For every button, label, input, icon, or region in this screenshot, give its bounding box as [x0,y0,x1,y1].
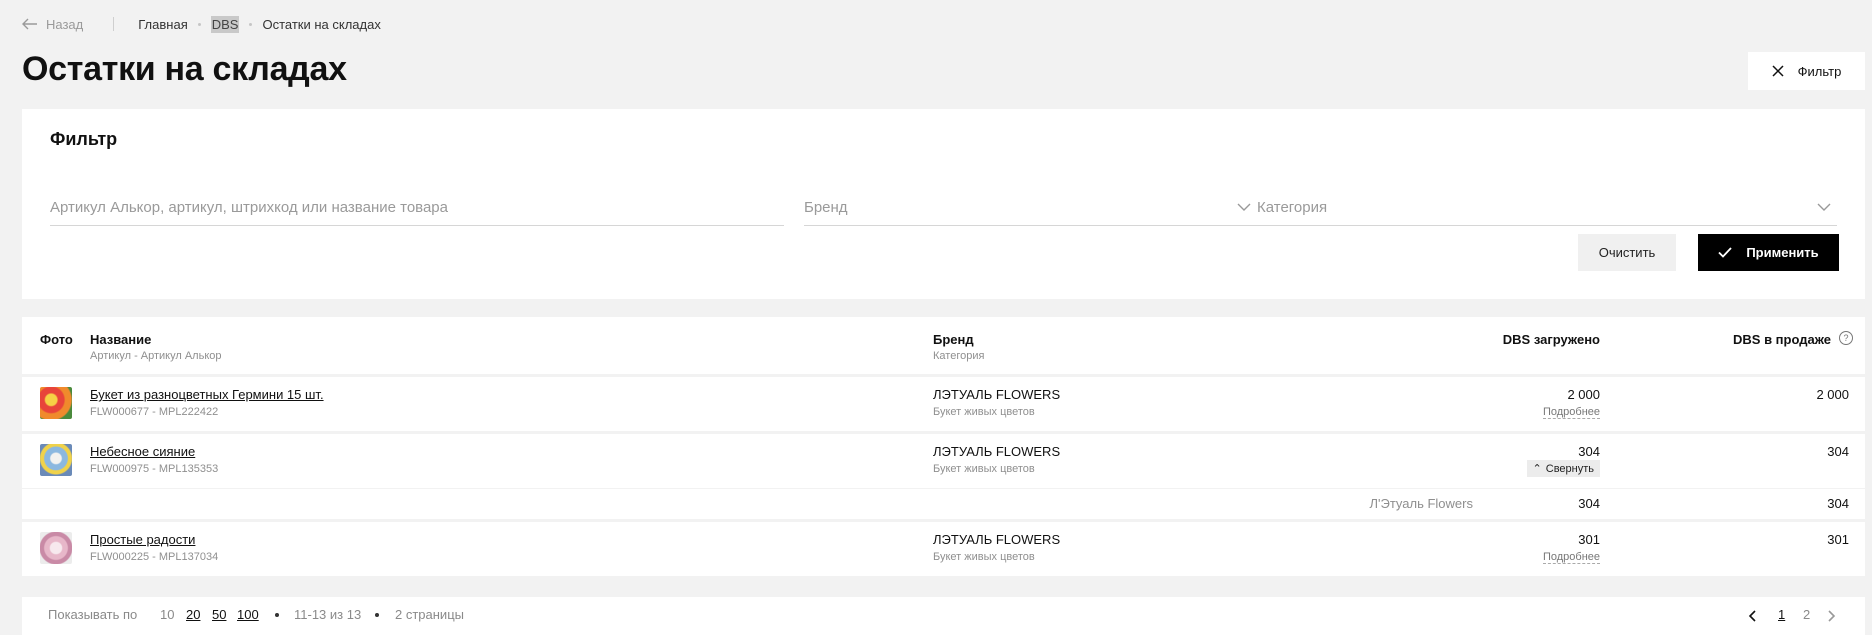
product-photo[interactable] [40,532,72,564]
warehouse-on-sale-value: 304 [1827,496,1849,511]
brand-select[interactable]: Бренд [804,189,1257,226]
clear-button[interactable]: Очистить [1578,234,1676,271]
breadcrumb-home[interactable]: Главная [138,17,187,32]
product-brand: ЛЭТУАЛЬ FLOWERS [933,387,1061,402]
product-category: Букет живых цветов [933,551,1035,563]
product-photo[interactable] [40,387,72,419]
breadcrumb-separator [197,22,201,26]
product-photo[interactable] [40,444,72,476]
separator-dot [275,613,279,617]
pages-count: 2 страницы [395,607,464,622]
chevron-left-icon[interactable] [1748,610,1756,622]
separator-dot [375,613,379,617]
chevron-right-icon[interactable] [1828,610,1836,622]
product-category: Букет живых цветов [933,463,1035,475]
page-title: Остатки на складах [22,50,347,88]
product-name-link[interactable]: Букет из разноцветных Гермини 15 шт. [90,387,324,402]
product-name-link[interactable]: Небесное сияние [90,444,195,459]
breadcrumb-separator [249,22,253,26]
filter-toggle-button[interactable]: Фильтр [1748,52,1865,90]
product-sku: FLW000975 - MPL135353 [90,463,219,475]
col-dbs-loaded[interactable]: DBS загружено [1503,332,1600,347]
filter-toggle-label: Фильтр [1797,63,1842,79]
topbar: Назад Главная DBS Остатки на складах [22,14,381,34]
details-link[interactable]: Подробнее [1542,406,1600,419]
dbs-loaded-value: 301 [1578,532,1600,547]
items-range: 11-13 из 13 [294,607,362,622]
table-row: Небесное сияние FLW000975 - MPL135353 ЛЭ… [22,434,1865,488]
brand-select-placeholder: Бренд [804,198,848,216]
stock-table: Фото Название Артикул - Артикул Алькор Б… [22,317,1865,576]
col-brand[interactable]: Бренд [933,332,974,347]
collapse-label: Свернуть [1545,462,1594,475]
dbs-on-sale-value: 304 [1827,444,1849,459]
product-sku: FLW000225 - MPL137034 [90,551,219,563]
product-category: Букет живых цветов [933,406,1035,418]
page-2[interactable]: 2 [1803,607,1810,622]
close-icon [1772,65,1784,77]
col-name[interactable]: Название [90,332,151,347]
warehouse-subrow: Л'Этуаль Flowers 304 304 [22,489,1865,519]
product-sku: FLW000677 - MPL222422 [90,406,219,418]
dbs-on-sale-value: 301 [1827,532,1849,547]
dbs-loaded-value: 304 [1578,444,1600,459]
warehouse-name: Л'Этуаль Flowers [1369,496,1473,511]
col-photo: Фото [40,332,73,347]
chevron-down-icon [1237,203,1251,211]
chevron-down-icon [1817,203,1831,211]
breadcrumb-current: Остатки на складах [262,16,381,32]
search-input[interactable] [50,198,784,216]
check-icon [1718,247,1732,258]
divider [113,17,115,31]
help-icon[interactable]: ? [1839,331,1853,345]
apply-button[interactable]: Применить [1698,234,1839,271]
page-size-label: Показывать по [48,607,138,622]
dbs-loaded-value: 2 000 [1567,387,1600,402]
pagination-bar: Показывать по 10 20 50 100 11-13 из 13 2… [22,597,1865,635]
page-size-20[interactable]: 20 [186,607,200,622]
product-brand: ЛЭТУАЛЬ FLOWERS [933,444,1061,459]
details-link[interactable]: Подробнее [1542,551,1600,564]
category-select[interactable]: Категория [1257,189,1837,226]
back-button[interactable]: Назад [22,17,83,32]
apply-label: Применить [1746,245,1819,260]
page-1[interactable]: 1 [1778,607,1785,622]
dbs-on-sale-value: 2 000 [1816,387,1849,402]
arrow-left-icon [22,18,37,30]
filter-title: Фильтр [50,129,118,149]
breadcrumb-dbs[interactable]: DBS [210,15,240,33]
breadcrumb: Главная DBS Остатки на складах [138,15,381,33]
col-brand-sub: Категория [933,350,985,362]
warehouse-loaded-value: 304 [1578,496,1600,511]
table-header: Фото Название Артикул - Артикул Алькор Б… [22,317,1865,374]
page-size-50[interactable]: 50 [212,607,226,622]
product-name-link[interactable]: Простые радости [90,532,195,547]
search-field [50,189,784,226]
filter-panel: Фильтр Бренд Категория Очистить Применит… [22,109,1865,299]
collapse-button[interactable]: ⌃ Свернуть [1526,460,1600,477]
col-name-sub: Артикул - Артикул Алькор [90,350,222,362]
back-label: Назад [46,16,84,32]
chevron-up-icon: ⌃ [1532,463,1542,475]
table-row: Простые радости FLW000225 - MPL137034 ЛЭ… [22,522,1865,576]
page-size-10[interactable]: 10 [160,607,174,622]
category-select-placeholder: Категория [1257,198,1328,216]
col-dbs-on-sale[interactable]: DBS в продаже [1733,332,1831,347]
table-row: Букет из разноцветных Гермини 15 шт. FLW… [22,377,1865,431]
product-brand: ЛЭТУАЛЬ FLOWERS [933,532,1061,547]
page-size-100[interactable]: 100 [237,607,259,622]
